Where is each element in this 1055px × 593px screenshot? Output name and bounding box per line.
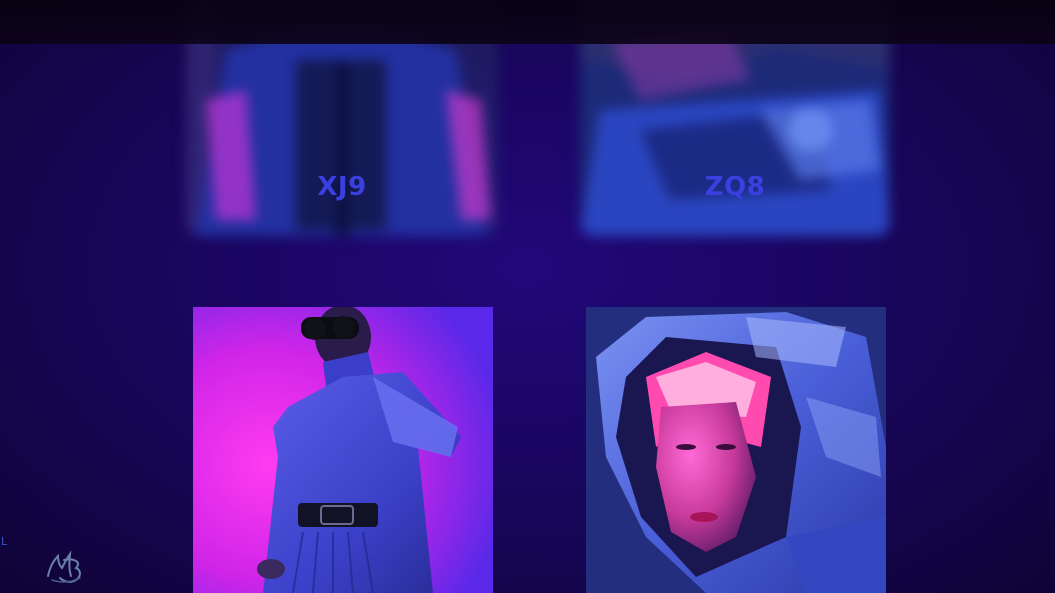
model-in-sunglasses-trench-icon [193, 307, 493, 593]
gallery-card-model-sunglasses[interactable] [193, 307, 493, 593]
mb-logo-icon[interactable] [44, 548, 86, 586]
hooded-model-portrait-icon [586, 307, 886, 593]
gallery-card-xj9-label: XJ9 [317, 172, 367, 202]
top-navigation-bar [0, 0, 1055, 44]
gallery-card-zq8-label: ZQ8 [704, 172, 766, 202]
side-label: L [1, 535, 8, 548]
gallery-card-hooded-model[interactable] [586, 307, 886, 593]
